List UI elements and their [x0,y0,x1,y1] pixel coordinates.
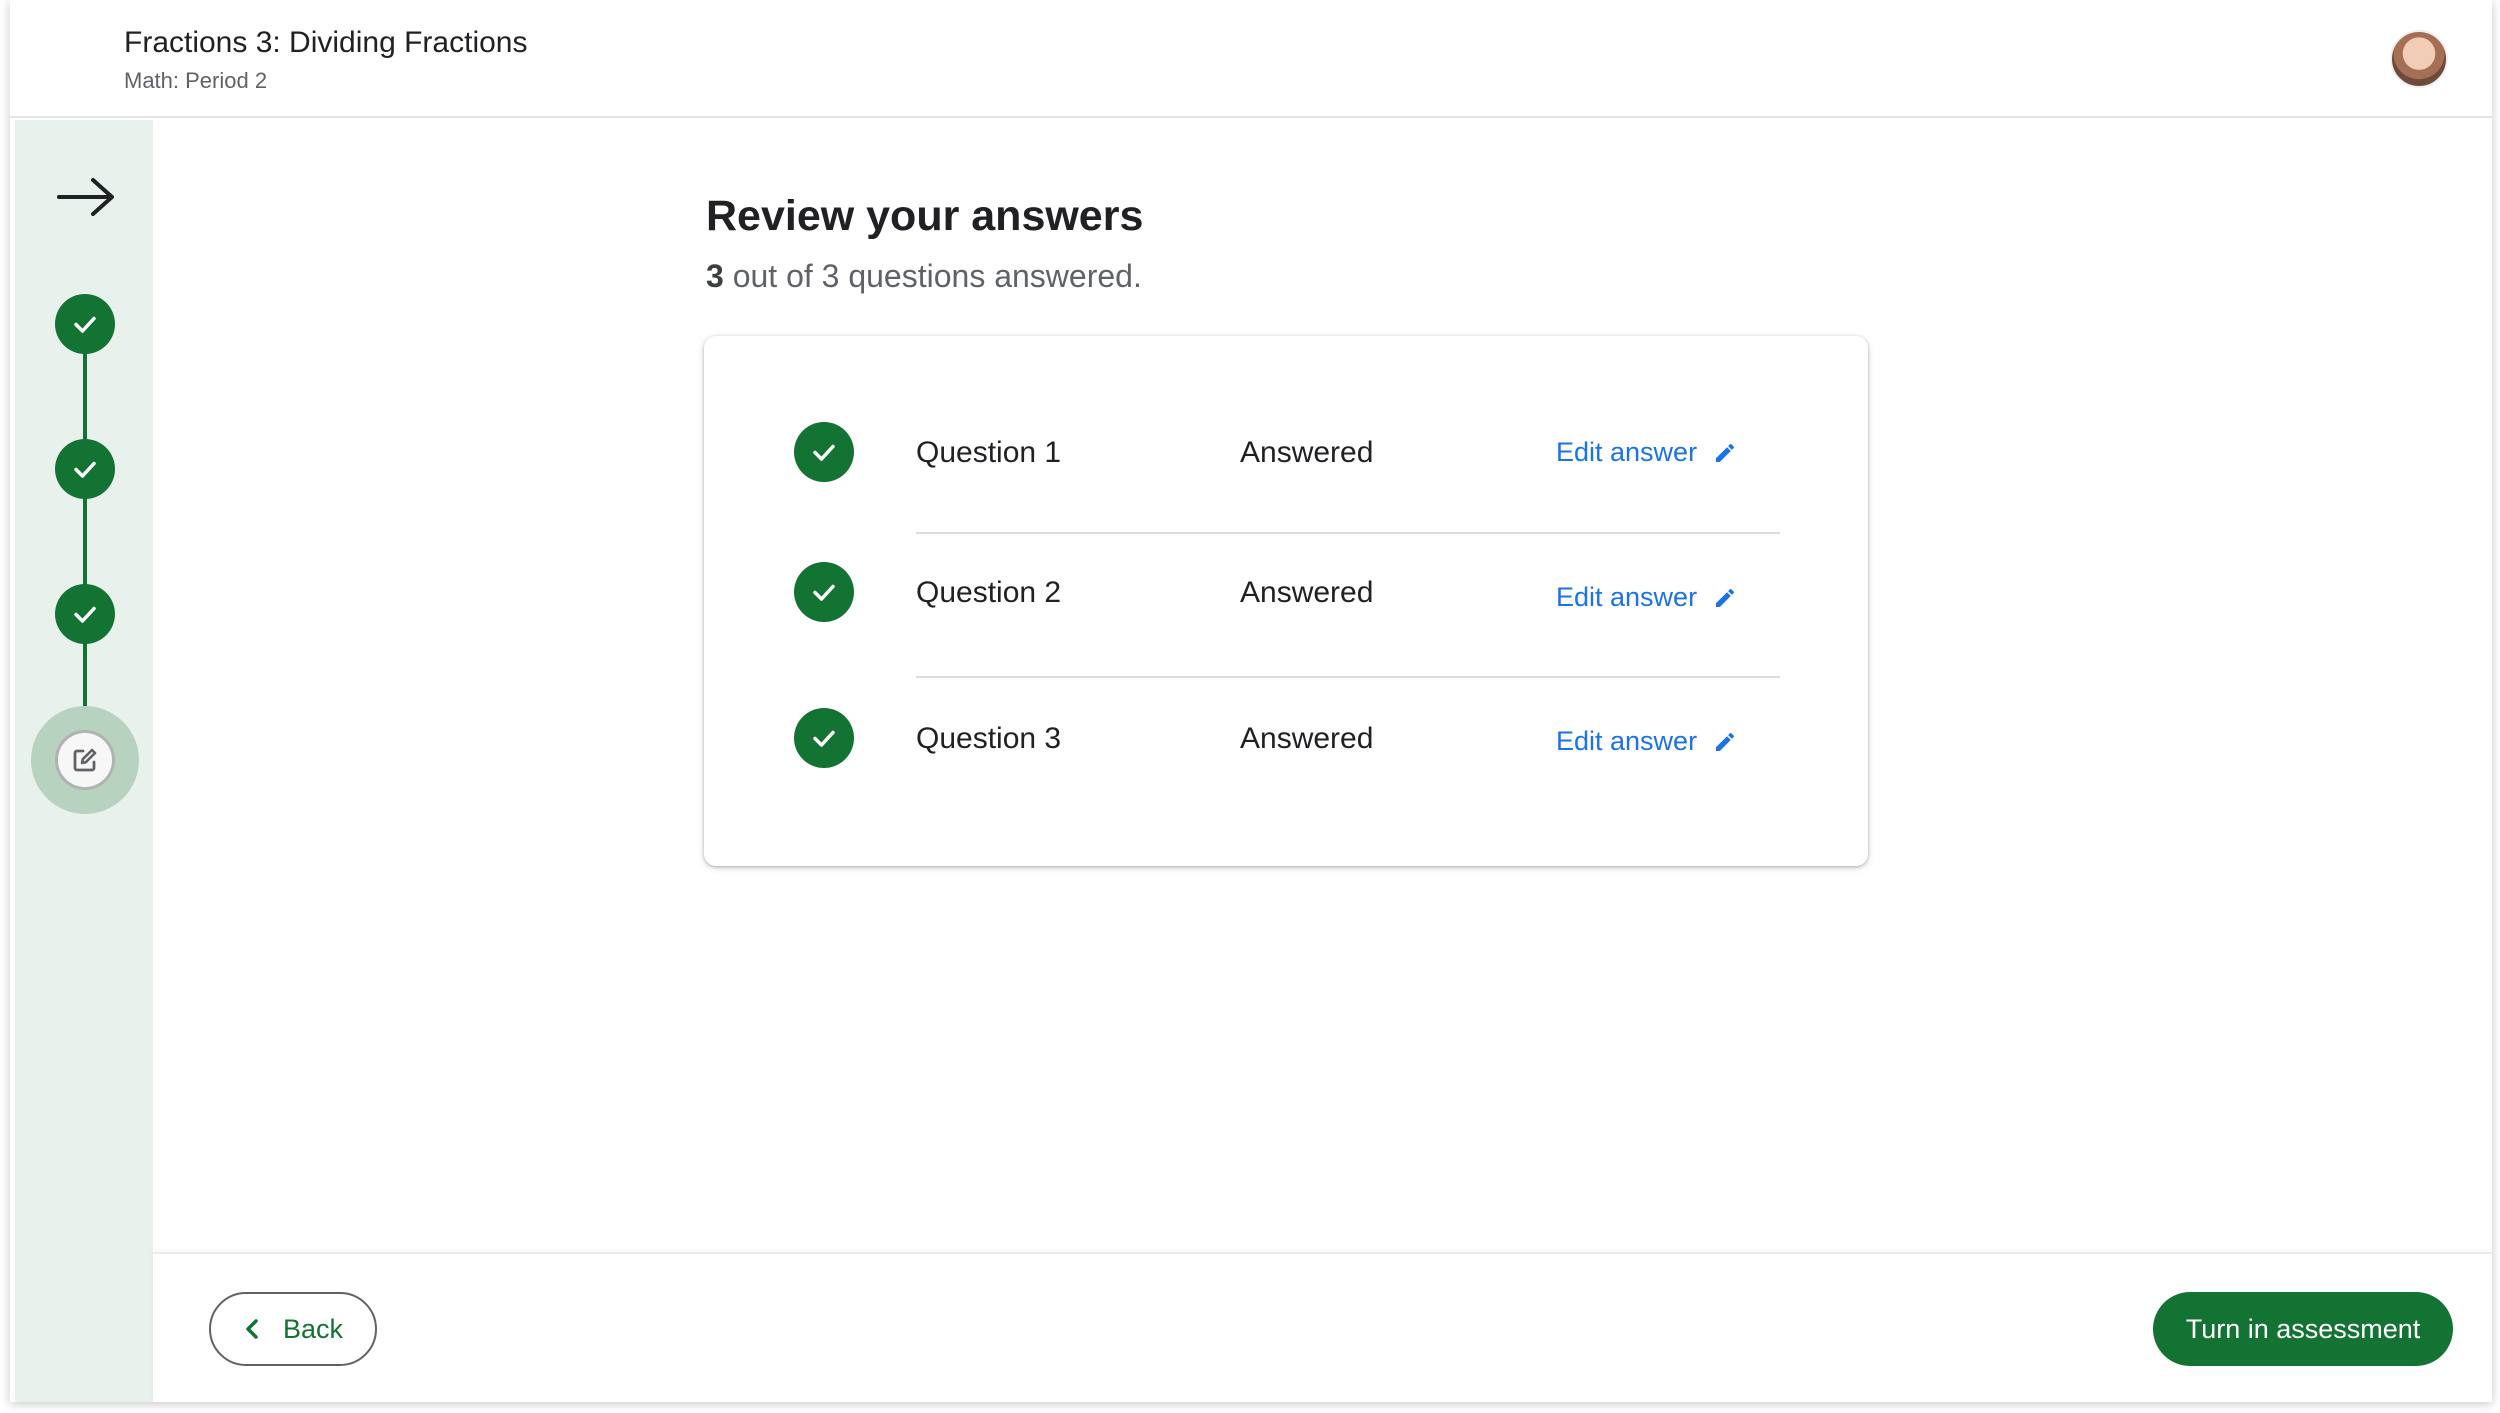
answered-check-icon [794,422,854,482]
question-label: Question 2 [916,576,1062,609]
app-window: Fractions 3: Dividing Fractions Math: Pe… [10,0,2492,1402]
answered-check-icon [794,708,854,768]
check-icon [74,606,96,623]
progress-rail [15,120,153,1402]
answers-card: Question 1 Answered Edit answer Question… [704,336,1868,866]
question-status: Answered [1240,436,1374,469]
question-label: Question 3 [916,722,1062,755]
check-icon [74,461,96,478]
user-avatar[interactable] [2390,30,2448,88]
pencil-icon [1716,588,1735,607]
arrow-right-icon[interactable] [55,166,117,228]
edit-answer-label: Edit answer [1556,437,1698,467]
back-button[interactable]: Back [209,1292,377,1366]
step-review-current[interactable] [55,730,115,790]
edit-answer-link[interactable]: Edit answer [1556,582,1737,613]
edit-answer-label: Edit answer [1556,726,1698,756]
turn-in-button-label: Turn in assessment [2185,1313,2421,1344]
step-1-complete[interactable] [55,294,115,354]
edit-answer-label: Edit answer [1556,582,1698,612]
answered-summary-text: out of 3 questions answered. [732,258,1142,294]
assignment-title: Fractions 3: Dividing Fractions [124,26,528,59]
answered-check-icon [794,562,854,622]
question-row: Question 2 Answered Edit answer [704,532,1868,652]
turn-in-assessment-button[interactable]: Turn in assessment [2153,1292,2453,1366]
question-status: Answered [1240,576,1374,609]
class-name: Math: Period 2 [124,68,268,93]
pencil-icon [1716,443,1735,462]
question-row: Question 3 Answered Edit answer [704,676,1868,796]
chevron-left-icon [246,1319,258,1339]
answered-count: 3 [706,258,724,294]
page-title: Review your answers [706,192,1144,240]
edit-square-icon [73,748,97,772]
check-icon [74,316,96,333]
edit-answer-link[interactable]: Edit answer [1556,437,1737,468]
question-row: Question 1 Answered Edit answer [704,392,1868,512]
top-bar: Fractions 3: Dividing Fractions Math: Pe… [10,0,2492,118]
back-button-label: Back [282,1313,344,1344]
answered-summary: 3 out of 3 questions answered. [706,258,1142,295]
bottom-action-bar: Back Turn in assessment [153,1252,2492,1402]
edit-answer-link[interactable]: Edit answer [1556,726,1737,757]
step-3-complete[interactable] [55,584,115,644]
pencil-icon [1716,732,1735,751]
step-2-complete[interactable] [55,439,115,499]
progress-connector [83,338,87,708]
question-status: Answered [1240,722,1374,755]
question-label: Question 1 [916,436,1062,469]
